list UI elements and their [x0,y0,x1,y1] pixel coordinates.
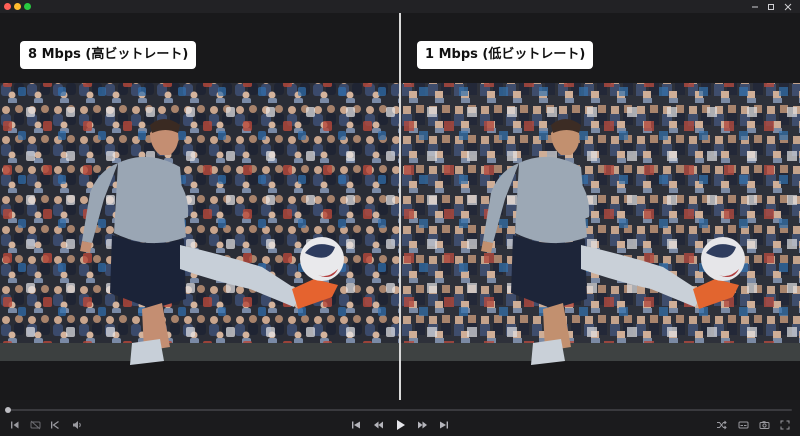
rewind-icon[interactable] [371,418,385,432]
skip-back-icon[interactable] [349,418,363,432]
progress-thumb[interactable] [5,407,11,413]
title-bar [0,0,800,13]
close-icon[interactable] [781,0,795,13]
maximize-window-dot[interactable] [24,3,31,10]
play-icon[interactable] [393,418,407,432]
captions-icon[interactable] [736,418,750,432]
right-bitrate-label: 1 Mbps (低ビットレート) [417,41,594,69]
video-viewport[interactable]: 8 Mbps (高ビットレート) 1 Mbps (低ビットレート) [0,13,800,400]
fullscreen-icon[interactable] [778,418,792,432]
volume-icon[interactable] [70,418,84,432]
skip-to-start-icon[interactable] [8,418,22,432]
subtitles-off-icon[interactable] [28,418,42,432]
left-bitrate-label: 8 Mbps (高ビットレート) [20,41,197,69]
fast-forward-icon[interactable] [415,418,429,432]
progress-bar[interactable] [5,407,792,413]
screenshot-icon[interactable] [757,418,771,432]
right-video-pane: 1 Mbps (低ビットレート) [401,13,800,400]
skip-forward-icon[interactable] [437,418,451,432]
soccer-scene-image [0,83,400,365]
minimize-window-dot[interactable] [14,3,21,10]
player-controls [0,400,800,436]
previous-frame-icon[interactable] [48,418,62,432]
close-window-dot[interactable] [4,3,11,10]
maximize-icon[interactable] [764,0,778,13]
shuffle-icon[interactable] [714,418,728,432]
soccer-scene-image-low-bitrate [401,83,800,365]
minimize-icon[interactable] [748,0,762,13]
left-video-pane: 8 Mbps (高ビットレート) [0,13,400,400]
